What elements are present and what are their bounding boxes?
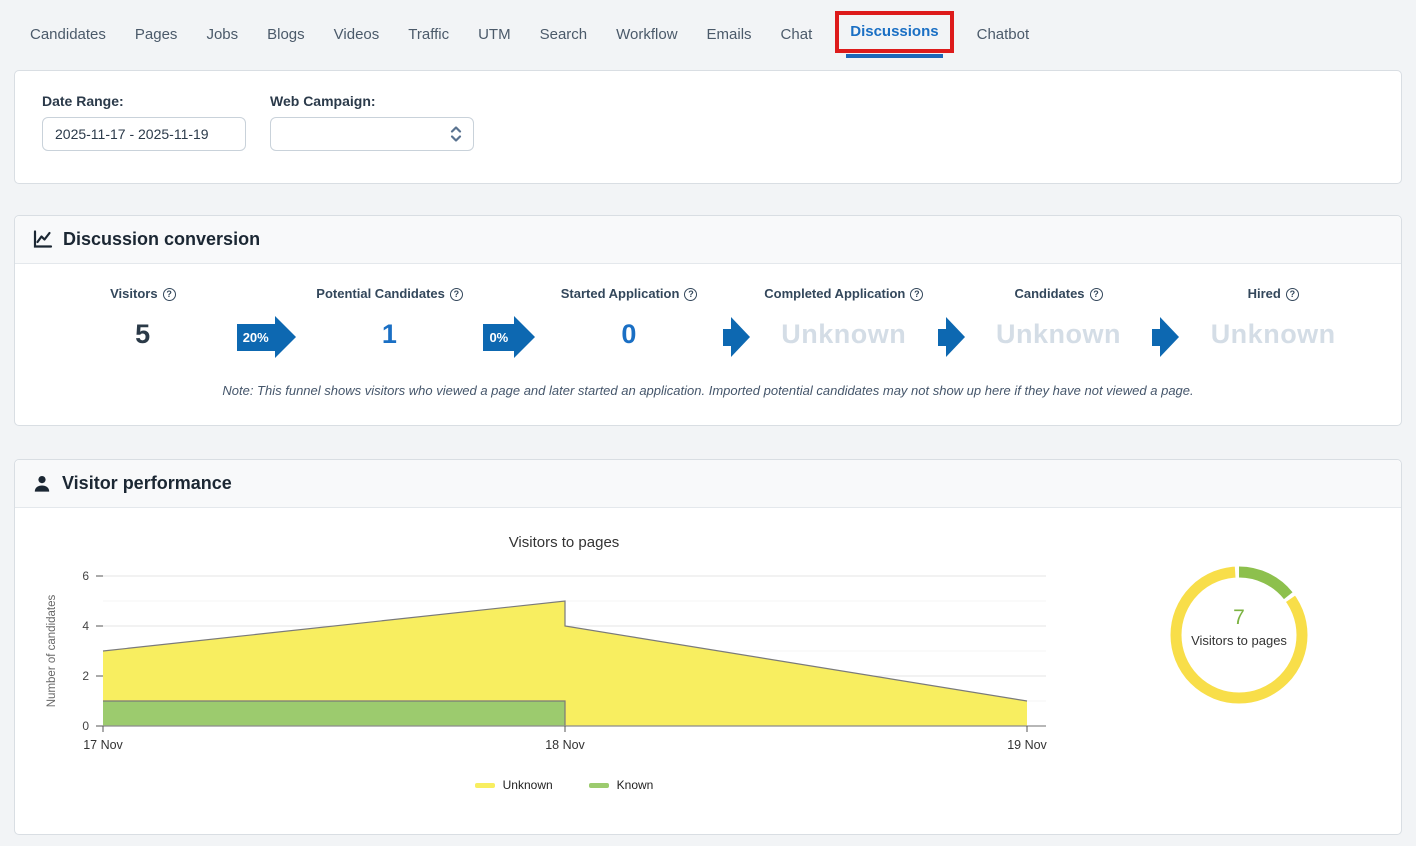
svg-text:0: 0 [82, 719, 89, 733]
tab-candidates[interactable]: Candidates [30, 26, 106, 43]
visitors-to-pages-area-chart: Visitors to pages 0 2 4 6 17 Nov 18 Nov 19 Nov… [41, 534, 1087, 792]
help-icon[interactable] [684, 288, 697, 301]
svg-text:18 Nov: 18 Nov [545, 738, 585, 752]
legend-item-unknown: Unknown [475, 778, 553, 792]
stage-label: Completed Application [764, 286, 905, 301]
help-icon[interactable] [450, 288, 463, 301]
chart-title: Visitors to pages [41, 534, 1087, 551]
donut-chart-svg [1154, 550, 1324, 720]
stage-label: Started Application [561, 286, 680, 301]
discussion-conversion-panel: Discussion conversion Visitors 5 20% Pot… [14, 215, 1402, 426]
tab-search[interactable]: Search [540, 26, 588, 43]
funnel-arrow [1152, 316, 1179, 358]
arrow-right-icon [731, 317, 750, 357]
funnel-stage-candidates: Candidates Unknown [965, 286, 1153, 358]
funnel-stage-hired: Hired Unknown [1179, 286, 1367, 358]
legend-label: Unknown [503, 778, 553, 792]
tab-discussions[interactable]: Discussions [850, 23, 938, 40]
area-chart-svg: 0 2 4 6 17 Nov 18 Nov 19 Nov Number of candidat… [41, 563, 1061, 763]
annotation-highlight-box: Discussions [835, 11, 953, 53]
panel-title: Visitor performance [62, 473, 232, 494]
svg-text:Number of candidates: Number of candidates [46, 595, 58, 708]
stage-label: Candidates [1014, 286, 1084, 301]
help-icon[interactable] [910, 288, 923, 301]
arrow-percent-label: 0% [483, 324, 514, 351]
stage-label: Visitors [110, 286, 157, 301]
legend-swatch [475, 783, 495, 788]
legend-item-known: Known [589, 778, 654, 792]
arrow-percent-label: 20% [237, 324, 275, 351]
date-range-group: Date Range: [42, 93, 246, 161]
chart-legend: Unknown Known [41, 778, 1087, 792]
arrow-right-icon [946, 317, 965, 357]
tab-jobs[interactable]: Jobs [206, 26, 238, 43]
stage-value: Unknown [1179, 319, 1367, 350]
funnel-arrow: 20% [237, 316, 296, 358]
funnel-stage-potential-candidates: Potential Candidates 1 [296, 286, 484, 358]
discussion-conversion-header: Discussion conversion [15, 216, 1401, 264]
tab-pages[interactable]: Pages [135, 26, 178, 43]
tab-videos[interactable]: Videos [334, 26, 380, 43]
visitor-performance-body: Visitors to pages 0 2 4 6 17 Nov 18 Nov 19 Nov… [15, 508, 1401, 792]
date-range-input[interactable] [42, 117, 246, 151]
stage-label: Hired [1248, 286, 1281, 301]
svg-text:19 Nov: 19 Nov [1007, 738, 1047, 752]
date-range-label: Date Range: [42, 93, 246, 109]
arrow-tail [1152, 329, 1160, 346]
tab-emails[interactable]: Emails [707, 26, 752, 43]
tab-blogs[interactable]: Blogs [267, 26, 305, 43]
updown-chevrons-icon [450, 125, 462, 143]
funnel-stage-visitors: Visitors 5 [49, 286, 237, 358]
help-icon[interactable] [163, 288, 176, 301]
visitors-donut-chart: 7 Visitors to pages [1087, 550, 1391, 792]
stage-value: Unknown [965, 319, 1153, 350]
web-campaign-group: Web Campaign: [270, 93, 474, 161]
filters-panel: Date Range: Web Campaign: [14, 70, 1402, 184]
web-campaign-label: Web Campaign: [270, 93, 474, 109]
stage-value: 5 [49, 319, 237, 350]
arrow-right-icon [514, 316, 535, 358]
legend-swatch [589, 783, 609, 788]
funnel-note: Note: This funnel shows visitors who vie… [39, 383, 1377, 398]
conversion-body: Visitors 5 20% Potential Candidates 1 0%… [15, 264, 1401, 398]
stage-value: 1 [296, 319, 484, 350]
person-icon [32, 474, 52, 494]
funnel-arrow: 0% [483, 316, 535, 358]
svg-text:4: 4 [82, 619, 89, 633]
arrow-tail [938, 329, 946, 346]
visitor-performance-panel: Visitor performance Visitors to pages 0 2… [14, 459, 1402, 835]
stage-value: Unknown [750, 319, 938, 350]
funnel-arrow [723, 316, 750, 358]
tab-traffic[interactable]: Traffic [408, 26, 449, 43]
arrow-right-icon [275, 316, 296, 358]
stage-label: Potential Candidates [316, 286, 445, 301]
tab-utm[interactable]: UTM [478, 26, 511, 43]
svg-text:17 Nov: 17 Nov [83, 738, 123, 752]
funnel-stage-completed-application: Completed Application Unknown [750, 286, 938, 358]
web-campaign-select[interactable] [270, 117, 474, 151]
chart-line-icon [32, 229, 53, 250]
funnel-stage-started-application: Started Application 0 [535, 286, 723, 358]
help-icon[interactable] [1286, 288, 1299, 301]
funnel-arrow [938, 316, 965, 358]
stage-value: 0 [535, 319, 723, 350]
visitor-performance-header: Visitor performance [15, 460, 1401, 508]
tab-chatbot[interactable]: Chatbot [977, 26, 1030, 43]
arrow-tail [723, 329, 731, 346]
tab-workflow[interactable]: Workflow [616, 26, 677, 43]
panel-title: Discussion conversion [63, 229, 260, 250]
tab-chat[interactable]: Chat [781, 26, 813, 43]
conversion-funnel: Visitors 5 20% Potential Candidates 1 0%… [15, 264, 1401, 358]
help-icon[interactable] [1090, 288, 1103, 301]
arrow-right-icon [1160, 317, 1179, 357]
legend-label: Known [617, 778, 654, 792]
top-nav: Candidates Pages Jobs Blogs Videos Traff… [0, 0, 1416, 56]
svg-text:6: 6 [82, 569, 89, 583]
svg-text:2: 2 [82, 669, 89, 683]
